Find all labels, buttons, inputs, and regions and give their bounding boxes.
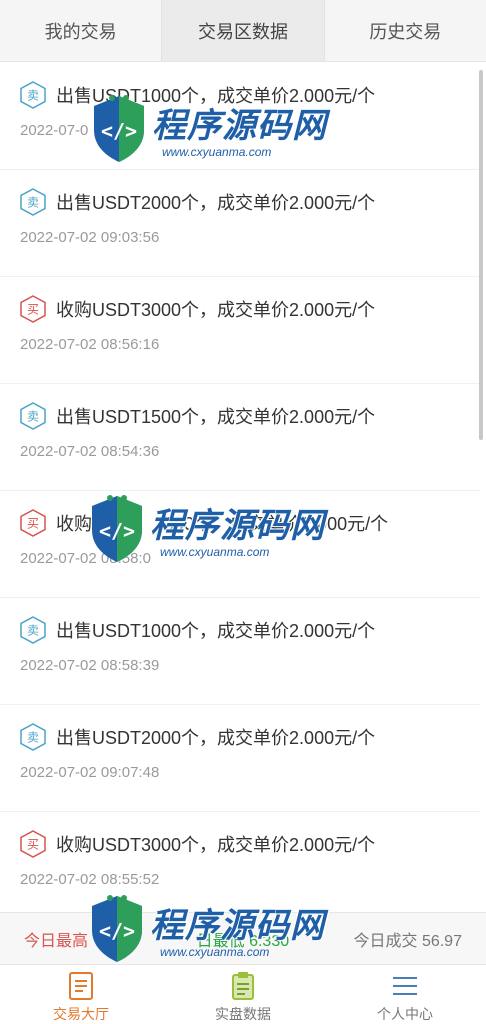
trade-list-item[interactable]: 买 收购USDT3000个，成交单价2.000元/个 2022-07-02 08… — [0, 812, 480, 911]
trade-time: 2022-07-02 08:58:39 — [20, 657, 160, 674]
sell-badge-icon: 卖 — [20, 188, 46, 216]
trade-list-item[interactable]: 卖 出售USDT1500个，成交单价2.000元/个 2022-07-02 08… — [0, 384, 480, 491]
trade-list-item[interactable]: 卖 出售USDT2000个，成交单价2.000元/个 2022-07-02 09… — [0, 705, 480, 812]
stat-today-volume: 今日成交 56.97 — [353, 932, 462, 950]
top-tabs: 我的交易 交易区数据 历史交易 — [0, 0, 486, 62]
trade-time: 2022-07-02 08:54:36 — [20, 443, 160, 460]
svg-text:买: 买 — [27, 517, 39, 531]
trade-time: 2022-07-02 08:56:16 — [20, 336, 160, 353]
trade-description: 出售USDT2000个，成交单价2.000元/个 — [56, 728, 376, 748]
nav-label: 实盘数据 — [215, 1006, 271, 1022]
trade-description: 收购 1300个，成交单价2.000元/个 — [56, 514, 389, 534]
trade-description: 收购USDT3000个，成交单价2.000元/个 — [56, 300, 376, 320]
svg-text:卖: 卖 — [27, 196, 39, 210]
trade-list-item[interactable]: 买 收购USDT3000个，成交单价2.000元/个 2022-07-02 08… — [0, 277, 480, 384]
trade-list-item[interactable]: 卖 出售USDT1000个，成交单价2.000元/个 2022-07-02 08… — [0, 598, 480, 705]
trade-list[interactable]: 卖 出售USDT1000个，成交单价2.000元/个 2022-07-0 卖 出… — [0, 63, 480, 911]
sell-badge-icon: 卖 — [20, 616, 46, 644]
nav-item-profile[interactable]: 个人中心 — [324, 965, 486, 1024]
trade-description: 出售USDT1000个，成交单价2.000元/个 — [56, 621, 376, 641]
stat-today-low: 日最低 6.330 — [196, 932, 290, 950]
svg-text:买: 买 — [27, 838, 39, 852]
svg-text:卖: 卖 — [27, 410, 39, 424]
trade-time: 2022-07-02 09:03:56 — [20, 229, 160, 246]
trade-list-item[interactable]: 买 收购 1300个，成交单价2.000元/个 2022-07-02 08:58:… — [0, 491, 480, 598]
trade-description: 出售USDT1500个，成交单价2.000元/个 — [56, 407, 376, 427]
stat-today-high: 今日最高 30 — [24, 932, 133, 950]
nav-label: 交易大厅 — [53, 1006, 109, 1022]
trade-list-item[interactable]: 卖 出售USDT2000个，成交单价2.000元/个 2022-07-02 09… — [0, 170, 480, 277]
svg-text:买: 买 — [27, 303, 39, 317]
trade-time: 2022-07-0 — [20, 122, 89, 139]
trade-description: 出售USDT1000个，成交单价2.000元/个 — [56, 86, 376, 106]
tab-trade-history[interactable]: 历史交易 — [325, 0, 486, 61]
daily-stats-bar: 今日最高 30 日最低 6.330 今日成交 56.97 — [0, 912, 486, 964]
buy-badge-icon: 买 — [20, 295, 46, 323]
buy-badge-icon: 买 — [20, 830, 46, 858]
svg-text:卖: 卖 — [27, 89, 39, 103]
trade-time: 2022-07-02 08:55:52 — [20, 871, 160, 888]
trade-description: 收购USDT3000个，成交单价2.000元/个 — [56, 835, 376, 855]
nav-item-live-data[interactable]: 实盘数据 — [162, 965, 324, 1024]
document-list-icon — [67, 971, 95, 1001]
sell-badge-icon: 卖 — [20, 723, 46, 751]
tab-my-trades[interactable]: 我的交易 — [0, 0, 163, 61]
tab-trade-zone-data[interactable]: 交易区数据 — [162, 0, 325, 61]
nav-label: 个人中心 — [377, 1006, 433, 1022]
nav-item-trade-hall[interactable]: 交易大厅 — [0, 965, 162, 1024]
clipboard-icon — [229, 971, 257, 1001]
trade-description: 出售USDT2000个，成交单价2.000元/个 — [56, 193, 376, 213]
svg-text:卖: 卖 — [27, 731, 39, 745]
bottom-nav: 交易大厅 实盘数据 个人中心 — [0, 964, 486, 1024]
list-scrollbar[interactable] — [479, 70, 483, 440]
menu-lines-icon — [391, 971, 419, 1001]
sell-badge-icon: 卖 — [20, 81, 46, 109]
buy-badge-icon: 买 — [20, 509, 46, 537]
trade-list-item[interactable]: 卖 出售USDT1000个，成交单价2.000元/个 2022-07-0 — [0, 63, 480, 170]
trade-time: 2022-07-02 09:07:48 — [20, 764, 160, 781]
sell-badge-icon: 卖 — [20, 402, 46, 430]
trade-time: 2022-07-02 08:58:0 — [20, 550, 151, 567]
svg-text:卖: 卖 — [27, 624, 39, 638]
